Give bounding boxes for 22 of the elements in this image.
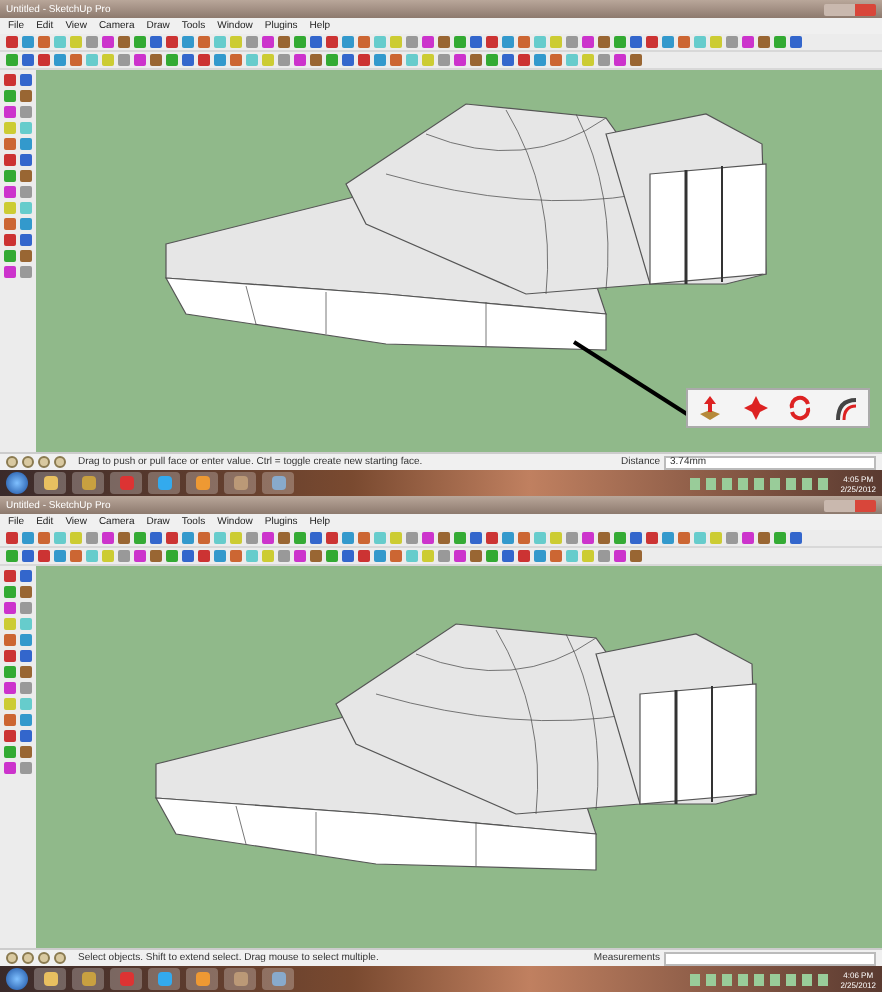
taskbar-app-icon[interactable] bbox=[224, 472, 256, 494]
start-button[interactable] bbox=[6, 472, 28, 494]
taskbar-app-icon[interactable] bbox=[224, 968, 256, 990]
taskbar-app-icon[interactable] bbox=[72, 472, 104, 494]
taskbar-app-icon[interactable] bbox=[186, 968, 218, 990]
taskbar-app-icon[interactable] bbox=[34, 472, 66, 494]
rotate-icon[interactable] bbox=[786, 394, 815, 422]
taskbar-app-icon[interactable] bbox=[186, 472, 218, 494]
taskbar-app-icon[interactable] bbox=[262, 968, 294, 990]
start-button[interactable] bbox=[6, 968, 28, 990]
move-icon[interactable] bbox=[741, 394, 770, 422]
taskbar-app-icon[interactable] bbox=[148, 472, 180, 494]
leader-line bbox=[572, 340, 692, 420]
taskbar-app-icon[interactable] bbox=[148, 968, 180, 990]
taskbar-app-icon[interactable] bbox=[262, 472, 294, 494]
follow-me-icon[interactable] bbox=[831, 394, 860, 422]
window-controls[interactable] bbox=[824, 499, 876, 511]
taskbar-app-icon[interactable] bbox=[34, 968, 66, 990]
measurement-field[interactable] bbox=[664, 951, 876, 965]
taskbar-app-icon[interactable] bbox=[72, 968, 104, 990]
window-controls[interactable] bbox=[824, 3, 876, 15]
push-pull-icon[interactable] bbox=[696, 394, 725, 422]
